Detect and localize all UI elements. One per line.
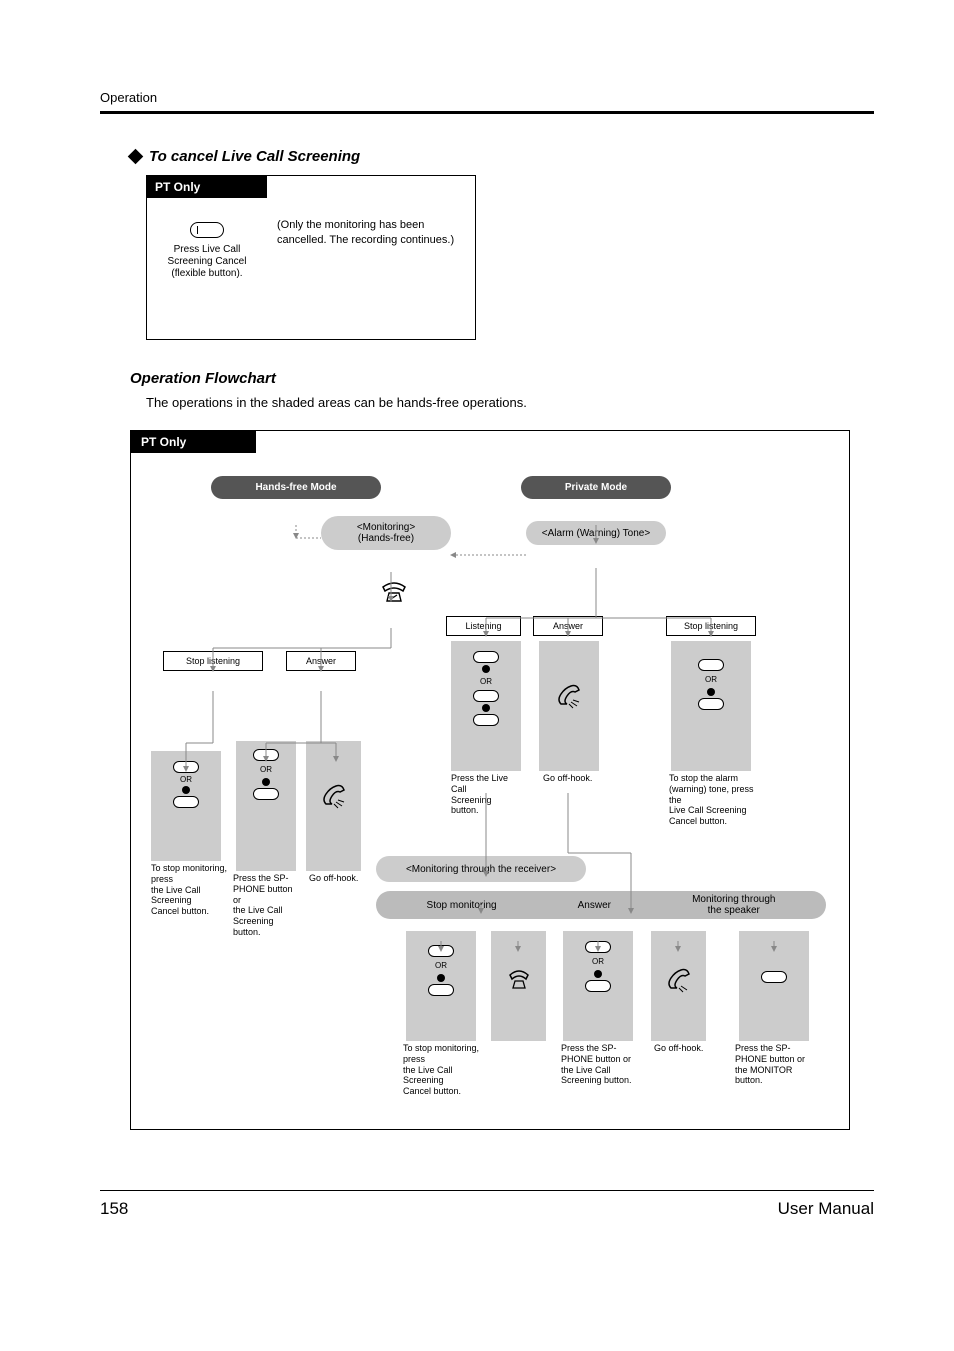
action-answer-1: Answer xyxy=(286,651,356,671)
button-icon xyxy=(761,971,787,983)
caption-offhook-1: Go off-hook. xyxy=(309,873,359,884)
footer: 158 User Manual xyxy=(100,1191,874,1219)
action-stop-listening-1: Stop listening xyxy=(163,651,263,671)
button-icon xyxy=(473,651,499,663)
caption-to-stop-2: To stop monitoring, press the Live Call … xyxy=(403,1043,483,1097)
button-icon xyxy=(253,749,279,761)
page-number: 158 xyxy=(100,1199,128,1219)
led-icon xyxy=(437,974,445,982)
action-stop-listening-2: Stop listening xyxy=(666,616,756,636)
caption-spphone-lcs-1: Press the SP- PHONE button or the Live C… xyxy=(233,873,303,938)
flowchart-box: PT Only Hands-free Mode Private Mode <Mo… xyxy=(130,430,850,1130)
shaded-bottom-1: OR xyxy=(406,931,476,1041)
button-icon xyxy=(173,796,199,808)
cancel-pt-label: PT Only xyxy=(147,176,267,198)
caption-to-stop-1: To stop monitoring, press the Live Call … xyxy=(151,863,231,917)
led-icon xyxy=(182,786,190,794)
shaded-offhook-2 xyxy=(539,641,599,771)
button-icon xyxy=(253,788,279,800)
header-rule xyxy=(100,111,874,114)
cancel-heading: To cancel Live Call Screening xyxy=(130,148,874,165)
button-icon xyxy=(428,945,454,957)
button-icon xyxy=(698,659,724,671)
bubble-answer: Answer xyxy=(578,900,611,911)
shaded-stop-alarm: OR xyxy=(671,641,751,771)
led-icon xyxy=(707,688,715,696)
handset-icon xyxy=(320,782,348,810)
header-section: Operation xyxy=(100,90,874,105)
shaded-bottom-5 xyxy=(739,931,809,1041)
flexible-button-icon xyxy=(190,222,224,238)
flowchart-pt-label: PT Only xyxy=(131,431,256,453)
shaded-offhook-1 xyxy=(306,741,361,871)
state-monitoring: <Monitoring> (Hands-free) xyxy=(321,516,451,550)
flowchart-desc: The operations in the shaded areas can b… xyxy=(146,395,874,410)
handset-icon xyxy=(555,682,583,710)
caption-offhook-3: Go off-hook. xyxy=(654,1043,704,1054)
shaded-press-lcs: OR xyxy=(451,641,521,771)
button-icon xyxy=(585,980,611,992)
diamond-bullet-icon xyxy=(128,149,144,165)
bubble-row: Stop monitoring Answer Monitoring throug… xyxy=(376,891,826,919)
button-icon xyxy=(585,941,611,953)
button-icon xyxy=(473,690,499,702)
caption-offhook-2: Go off-hook. xyxy=(543,773,598,784)
mode-hands-free: Hands-free Mode xyxy=(211,476,381,499)
cancel-heading-text: To cancel Live Call Screening xyxy=(149,148,360,165)
led-icon xyxy=(262,778,270,786)
led-icon xyxy=(482,665,490,673)
handset-icon xyxy=(665,966,693,994)
bubble-monitor-sp: Monitoring through the speaker xyxy=(692,894,775,916)
action-listening-1: Listening xyxy=(446,616,521,636)
bubble-stop-monitoring: Stop monitoring xyxy=(427,900,497,911)
shaded-bottom-3: OR xyxy=(563,931,633,1041)
caption-press-lcs-1: Press the Live Call Screening button. xyxy=(451,773,521,816)
mode-private: Private Mode xyxy=(521,476,671,499)
cancel-box: PT Only Press Live Call Screening Cancel… xyxy=(146,175,476,340)
caption-sp-or-monitor: Press the SP- PHONE button or the MONITO… xyxy=(735,1043,815,1086)
phone-onhook-icon xyxy=(379,581,409,603)
shaded-bottom-2 xyxy=(491,931,546,1041)
phone-onhook-icon xyxy=(506,969,532,991)
button-icon xyxy=(173,761,199,773)
cancel-button-label: Press Live Call Screening Cancel (flexib… xyxy=(147,244,267,280)
button-icon xyxy=(473,714,499,726)
led-icon xyxy=(482,704,490,712)
button-icon xyxy=(698,698,724,710)
manual-title: User Manual xyxy=(778,1199,874,1219)
shaded-spphone-lcs: OR xyxy=(236,741,296,871)
caption-spphone-lcs-2: Press the SP- PHONE button or the Live C… xyxy=(561,1043,637,1086)
led-icon xyxy=(594,970,602,978)
shaded-cancel-left: OR xyxy=(151,751,221,861)
state-alarm: <Alarm (Warning) Tone> xyxy=(526,521,666,545)
button-icon xyxy=(428,984,454,996)
shaded-bottom-4 xyxy=(651,931,706,1041)
flowchart-heading: Operation Flowchart xyxy=(130,370,874,387)
caption-stop-alarm: To stop the alarm (warning) tone, press … xyxy=(669,773,759,827)
action-answer-2: Answer xyxy=(533,616,603,636)
state-monitor-receiver: <Monitoring through the receiver> xyxy=(376,856,586,882)
cancel-note: (Only the monitoring has been cancelled.… xyxy=(267,198,475,328)
